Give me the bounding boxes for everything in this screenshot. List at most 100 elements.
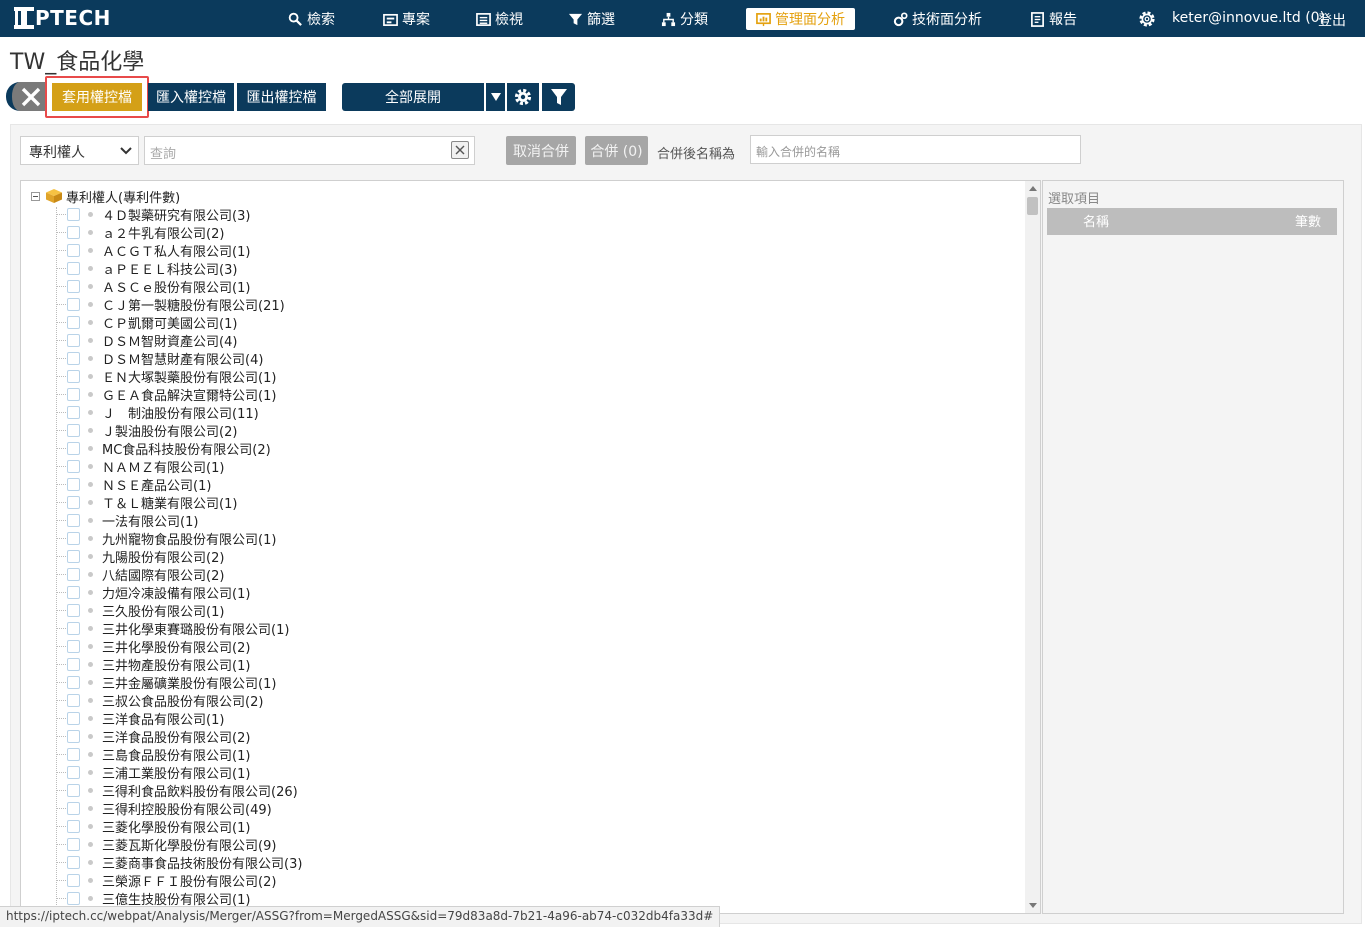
tree-item[interactable]: ａ２牛乳有限公司(2) <box>21 223 224 242</box>
tree-item-checkbox[interactable] <box>67 711 80 725</box>
app-logo[interactable]: PTECH <box>14 6 111 30</box>
tree-item[interactable]: 三浦工業股份有限公司(1) <box>21 763 250 782</box>
column-name[interactable]: 名稱 <box>1083 211 1109 230</box>
filter-button[interactable] <box>542 83 575 111</box>
tree-item-checkbox[interactable] <box>67 891 80 905</box>
close-button[interactable] <box>6 82 46 111</box>
tree-item-checkbox[interactable] <box>67 567 80 581</box>
tree-item[interactable]: MC食品科技股份有限公司(2) <box>21 439 271 458</box>
tree-item-checkbox[interactable] <box>67 351 80 365</box>
tree-item[interactable]: ＡＳＣｅ股份有限公司(1) <box>21 277 250 296</box>
tree-item-checkbox[interactable] <box>67 261 80 275</box>
tree-item-checkbox[interactable] <box>67 837 80 851</box>
tree-item[interactable]: 三億生技股份有限公司(1) <box>21 889 250 908</box>
tree-item-checkbox[interactable] <box>67 405 80 419</box>
tree-item-checkbox[interactable] <box>67 513 80 527</box>
nav-technical-analysis[interactable]: 技術面分析 <box>893 9 982 29</box>
tree-item[interactable]: 三洋食品有限公司(1) <box>21 709 224 728</box>
expand-options-dropdown[interactable] <box>486 83 505 111</box>
settings-button[interactable] <box>507 83 539 111</box>
tree-item-checkbox[interactable] <box>67 639 80 653</box>
tree-item-checkbox[interactable] <box>67 207 80 221</box>
nav-classify[interactable]: 分類 <box>661 9 708 29</box>
tree-item-checkbox[interactable] <box>67 549 80 563</box>
tree-item[interactable]: ＮＡＭＺ有限公司(1) <box>21 457 224 476</box>
tree-item[interactable]: 三菱瓦斯化學股份有限公司(9) <box>21 835 276 854</box>
tree-item[interactable]: 三得利食品飲料股份有限公司(26) <box>21 781 298 800</box>
tree-item-checkbox[interactable] <box>67 819 80 833</box>
tree-item-checkbox[interactable] <box>67 459 80 473</box>
export-permission-file-button[interactable]: 匯出權控檔 <box>237 83 326 111</box>
tree-item-checkbox[interactable] <box>67 729 80 743</box>
tree-item-checkbox[interactable] <box>67 297 80 311</box>
tree-item[interactable]: 一法有限公司(1) <box>21 511 198 530</box>
tree-item-checkbox[interactable] <box>67 387 80 401</box>
nav-review[interactable]: 檢視 <box>476 9 523 29</box>
tree-item-checkbox[interactable] <box>67 657 80 671</box>
merge-name-input[interactable]: 輸入合併的名稱 <box>750 135 1081 164</box>
tree-item[interactable]: Ｊ製油股份有限公司(2) <box>21 421 237 440</box>
tree-root[interactable]: 專利權人(專利件數) <box>31 187 180 206</box>
tree-item[interactable]: 三井金屬礦業股份有限公司(1) <box>21 673 276 692</box>
tree-item[interactable]: 三久股份有限公司(1) <box>21 601 224 620</box>
tree-item[interactable]: 三井化學股份有限公司(2) <box>21 637 250 656</box>
tree-item[interactable]: ＤＳＭ智財資產公司(4) <box>21 331 237 350</box>
tree-item[interactable]: 三菱化學股份有限公司(1) <box>21 817 250 836</box>
tree-item-checkbox[interactable] <box>67 855 80 869</box>
tree-item[interactable]: ４Ｄ製藥研究有限公司(3) <box>21 205 250 224</box>
tree-item-checkbox[interactable] <box>67 765 80 779</box>
tree-item-checkbox[interactable] <box>67 675 80 689</box>
tree-item-checkbox[interactable] <box>67 693 80 707</box>
tree-item-checkbox[interactable] <box>67 621 80 635</box>
nav-management-analysis[interactable]: 管理面分析 <box>746 8 855 30</box>
tree-item[interactable]: 九陽股份有限公司(2) <box>21 547 224 566</box>
tree-item[interactable]: Ｊ 制油股份有限公司(11) <box>21 403 259 422</box>
logout-link[interactable]: 登出 <box>1318 10 1346 30</box>
tree-item-checkbox[interactable] <box>67 873 80 887</box>
user-account[interactable]: keter@innovue.ltd (0) <box>1172 10 1325 26</box>
tree-item-checkbox[interactable] <box>67 279 80 293</box>
scroll-down-icon[interactable] <box>1029 903 1037 908</box>
tree-item[interactable]: 三島食品股份有限公司(1) <box>21 745 250 764</box>
tree-item-checkbox[interactable] <box>67 441 80 455</box>
gear-icon[interactable] <box>1137 9 1157 29</box>
tree-item-checkbox[interactable] <box>67 801 80 815</box>
tree-item-checkbox[interactable] <box>67 225 80 239</box>
tree-item-checkbox[interactable] <box>67 531 80 545</box>
search-input[interactable]: 查詢 <box>144 136 475 165</box>
tree-item[interactable]: 八結國際有限公司(2) <box>21 565 224 584</box>
tree-item-checkbox[interactable] <box>67 333 80 347</box>
tree-item[interactable]: 三井化學東賽璐股份有限公司(1) <box>21 619 289 638</box>
tree-item[interactable]: 三得利控股股份有限公司(49) <box>21 799 272 818</box>
clear-search-button[interactable] <box>451 141 469 159</box>
tree-item[interactable]: ＮＳＥ產品公司(1) <box>21 475 211 494</box>
import-permission-file-button[interactable]: 匯入權控檔 <box>148 83 234 111</box>
collapse-icon[interactable] <box>31 191 40 201</box>
tree-scrollbar[interactable] <box>1025 181 1040 913</box>
apply-permission-file-button[interactable]: 套用權控檔 <box>52 83 142 111</box>
tree-item[interactable]: ＧＥＡ食品解決宣爾特公司(1) <box>21 385 276 404</box>
tree-item[interactable]: ＡＣＧＴ私人有限公司(1) <box>21 241 250 260</box>
tree-item[interactable]: ＥＮ大塚製藥股份有限公司(1) <box>21 367 276 386</box>
tree-item-checkbox[interactable] <box>67 783 80 797</box>
nav-report[interactable]: 報告 <box>1030 9 1077 29</box>
tree-item-checkbox[interactable] <box>67 495 80 509</box>
tree-item-checkbox[interactable] <box>67 747 80 761</box>
nav-search[interactable]: 檢索 <box>288 9 335 29</box>
tree-item[interactable]: 三菱商事食品技術股份有限公司(3) <box>21 853 302 872</box>
field-select[interactable]: 專利權人 <box>20 136 139 165</box>
expand-all-button[interactable]: 全部展開 <box>342 83 484 111</box>
tree-item[interactable]: 三榮源ＦＦＩ股份有限公司(2) <box>21 871 276 890</box>
tree-item[interactable]: 力烜冷凍設備有限公司(1) <box>21 583 250 602</box>
tree-item-checkbox[interactable] <box>67 585 80 599</box>
scroll-up-icon[interactable] <box>1029 186 1037 191</box>
tree-item[interactable]: 三井物產股份有限公司(1) <box>21 655 250 674</box>
tree-item[interactable]: 九州寵物食品股份有限公司(1) <box>21 529 276 548</box>
tree-item-checkbox[interactable] <box>67 477 80 491</box>
tree-item[interactable]: 三叔公食品股份有限公司(2) <box>21 691 263 710</box>
nav-project[interactable]: 專案 <box>383 9 430 29</box>
tree-item[interactable]: ＤＳＭ智慧財產有限公司(4) <box>21 349 263 368</box>
tree-item[interactable]: ａＰＥＥＬ科技公司(3) <box>21 259 237 278</box>
scrollbar-thumb[interactable] <box>1027 197 1038 215</box>
unmerge-button[interactable]: 取消合併 <box>506 136 576 165</box>
